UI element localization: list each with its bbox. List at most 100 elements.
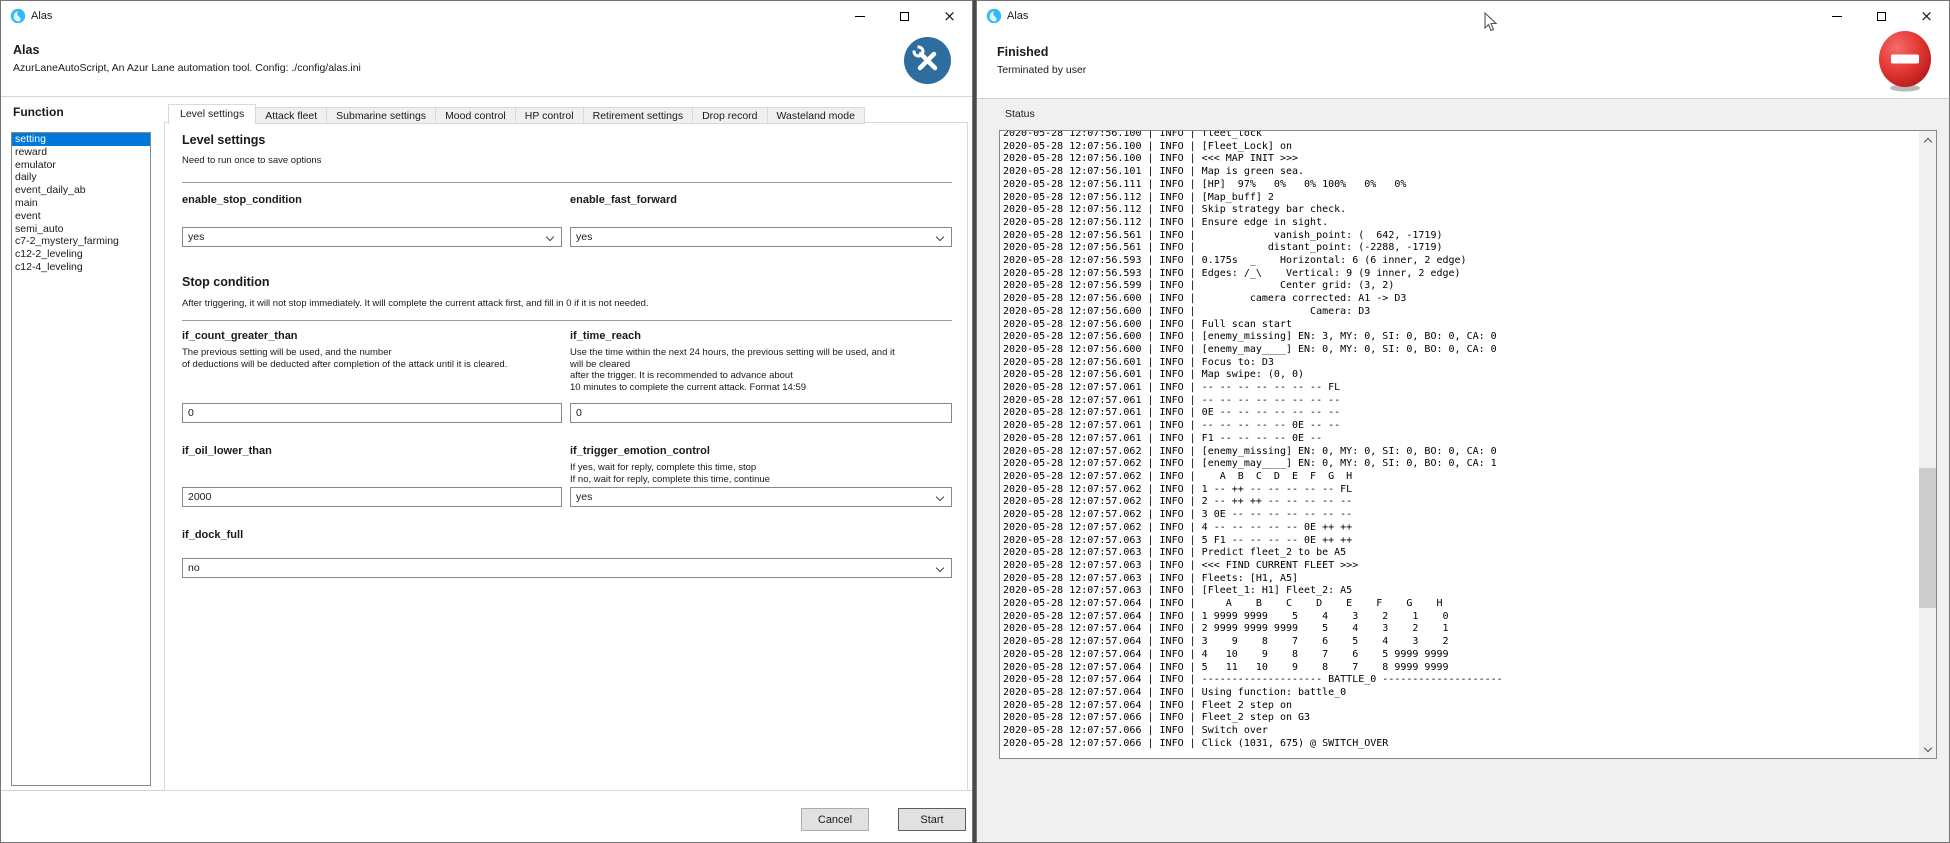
log-line: 2020-05-28 12:07:57.063 | INFO | Predict… bbox=[1003, 547, 1919, 560]
close-button[interactable]: × bbox=[927, 1, 972, 31]
select-enable-stop-condition[interactable]: yes bbox=[182, 227, 562, 247]
function-item[interactable]: event bbox=[12, 210, 150, 223]
scrollbar-up-button[interactable] bbox=[1919, 131, 1936, 148]
function-item[interactable]: event_daily_ab bbox=[12, 184, 150, 197]
log-line: 2020-05-28 12:07:56.601 | INFO | Map swi… bbox=[1003, 369, 1919, 382]
chevron-down-icon bbox=[936, 233, 944, 241]
input-if-time-reach[interactable] bbox=[570, 403, 952, 423]
section-desc-level-settings: Need to run once to save options bbox=[182, 155, 321, 167]
log-line: 2020-05-28 12:07:56.599 | INFO | Center … bbox=[1003, 280, 1919, 293]
alas-config-window: Alas × Alas AzurLaneAutoScript, An Azur … bbox=[0, 0, 973, 843]
log-line: 2020-05-28 12:07:56.601 | INFO | Focus t… bbox=[1003, 357, 1919, 370]
titlebar[interactable]: Alas × bbox=[1, 1, 972, 31]
chevron-down-icon bbox=[936, 493, 944, 501]
input-if-oil-lower-than[interactable] bbox=[182, 487, 562, 507]
tab-bar: Level settingsAttack fleetSubmarine sett… bbox=[164, 104, 865, 124]
log-line: 2020-05-28 12:07:57.064 | INFO | Fleet 2… bbox=[1003, 700, 1919, 713]
log-line: 2020-05-28 12:07:57.064 | INFO | Using f… bbox=[1003, 687, 1919, 700]
alas-status-window: Alas × Finished Terminated by user Statu… bbox=[976, 0, 1950, 843]
log-line: 2020-05-28 12:07:56.600 | INFO | camera … bbox=[1003, 293, 1919, 306]
log-box: 2020-05-28 12:07:56.100 | INFO | fleet_l… bbox=[999, 130, 1937, 759]
alas-logo-icon bbox=[986, 8, 1002, 24]
wrench-screwdriver-icon bbox=[904, 37, 951, 84]
log-line: 2020-05-28 12:07:57.062 | INFO | 1 -- ++… bbox=[1003, 484, 1919, 497]
function-list[interactable]: settingrewardemulatordailyevent_daily_ab… bbox=[11, 132, 151, 786]
log-line: 2020-05-28 12:07:56.112 | INFO | Skip st… bbox=[1003, 204, 1919, 217]
desc-if-time-reach: Use the time within the next 24 hours, t… bbox=[570, 347, 962, 393]
function-item[interactable]: emulator bbox=[12, 159, 150, 172]
log-line: 2020-05-28 12:07:56.600 | INFO | [enemy_… bbox=[1003, 344, 1919, 357]
log-line: 2020-05-28 12:07:56.561 | INFO | vanish_… bbox=[1003, 230, 1919, 243]
function-item[interactable]: setting bbox=[12, 133, 150, 146]
separator bbox=[182, 182, 952, 183]
function-item[interactable]: main bbox=[12, 197, 150, 210]
tab[interactable]: Retirement settings bbox=[584, 107, 693, 124]
settings-pane: Level settings Need to run once to save … bbox=[164, 122, 968, 791]
maximize-button[interactable] bbox=[882, 1, 927, 31]
log-line: 2020-05-28 12:07:57.062 | INFO | [enemy_… bbox=[1003, 458, 1919, 471]
function-item[interactable]: daily bbox=[12, 171, 150, 184]
label-enable-fast-forward: enable_fast_forward bbox=[570, 194, 677, 206]
section-title-stop-condition: Stop condition bbox=[182, 275, 269, 289]
log-line: 2020-05-28 12:07:57.062 | INFO | 3 0E --… bbox=[1003, 509, 1919, 522]
window-title: Alas bbox=[31, 10, 52, 22]
minimize-icon bbox=[1832, 16, 1842, 17]
select-if-trigger-emotion-control[interactable]: yes bbox=[570, 487, 952, 507]
function-item[interactable]: c7-2_mystery_farming bbox=[12, 235, 150, 248]
maximize-button[interactable] bbox=[1859, 1, 1904, 31]
log-line: 2020-05-28 12:07:57.063 | INFO | <<< FIN… bbox=[1003, 560, 1919, 573]
titlebar[interactable]: Alas × bbox=[977, 1, 1949, 31]
input-if-count-greater-than[interactable] bbox=[182, 403, 562, 423]
log-line: 2020-05-28 12:07:57.064 | INFO | 5 11 10… bbox=[1003, 662, 1919, 675]
desc-if-trigger-emotion-control: If yes, wait for reply, complete this ti… bbox=[570, 462, 962, 485]
log-line: 2020-05-28 12:07:57.064 | INFO | A B C D… bbox=[1003, 598, 1919, 611]
select-if-dock-full[interactable]: no bbox=[182, 558, 952, 578]
label-if-trigger-emotion-control: if_trigger_emotion_control bbox=[570, 445, 710, 457]
log-line: 2020-05-28 12:07:57.064 | INFO | -------… bbox=[1003, 674, 1919, 687]
close-icon: × bbox=[1920, 9, 1933, 24]
tab[interactable]: Drop record bbox=[693, 107, 767, 124]
log-line: 2020-05-28 12:07:57.062 | INFO | [enemy_… bbox=[1003, 446, 1919, 459]
tab[interactable]: Attack fleet bbox=[256, 107, 327, 124]
window-controls: × bbox=[1814, 1, 1949, 31]
scrollbar-thumb[interactable] bbox=[1919, 468, 1936, 608]
function-item[interactable]: semi_auto bbox=[12, 223, 150, 236]
app-subtitle: AzurLaneAutoScript, An Azur Lane automat… bbox=[13, 62, 361, 74]
maximize-icon bbox=[900, 12, 909, 21]
log-line: 2020-05-28 12:07:57.066 | INFO | Fleet_2… bbox=[1003, 712, 1919, 725]
chevron-down-icon bbox=[546, 233, 554, 241]
select-enable-fast-forward[interactable]: yes bbox=[570, 227, 952, 247]
close-button[interactable]: × bbox=[1904, 1, 1949, 31]
desc-if-count-greater-than: The previous setting will be used, and t… bbox=[182, 347, 582, 370]
log-scrollbar[interactable] bbox=[1919, 131, 1936, 758]
tab[interactable]: HP control bbox=[516, 107, 584, 124]
log-line: 2020-05-28 12:07:57.066 | INFO | Click (… bbox=[1003, 738, 1919, 751]
label-if-count-greater-than: if_count_greater_than bbox=[182, 330, 298, 342]
tab[interactable]: Wasteland mode bbox=[768, 107, 865, 124]
cancel-button[interactable]: Cancel bbox=[801, 808, 869, 831]
tab[interactable]: Submarine settings bbox=[327, 107, 436, 124]
start-button[interactable]: Start bbox=[898, 808, 966, 831]
separator bbox=[182, 320, 952, 321]
log-line: 2020-05-28 12:07:57.061 | INFO | -- -- -… bbox=[1003, 395, 1919, 408]
log-line: 2020-05-28 12:07:57.064 | INFO | 2 9999 … bbox=[1003, 623, 1919, 636]
log-line: 2020-05-28 12:07:56.593 | INFO | 0.175s … bbox=[1003, 255, 1919, 268]
function-item[interactable]: c12-4_leveling bbox=[12, 261, 150, 274]
log-line: 2020-05-28 12:07:57.062 | INFO | 2 -- ++… bbox=[1003, 496, 1919, 509]
mouse-cursor bbox=[1484, 12, 1498, 37]
minimize-button[interactable] bbox=[1814, 1, 1859, 31]
scrollbar-down-button[interactable] bbox=[1919, 741, 1936, 758]
tab[interactable]: Mood control bbox=[436, 107, 516, 124]
log-line: 2020-05-28 12:07:57.061 | INFO | 0E -- -… bbox=[1003, 407, 1919, 420]
section-desc-stop-condition: After triggering, it will not stop immed… bbox=[182, 298, 649, 310]
minimize-button[interactable] bbox=[837, 1, 882, 31]
log-line: 2020-05-28 12:07:56.100 | INFO | fleet_l… bbox=[1003, 130, 1919, 141]
log-line: 2020-05-28 12:07:57.063 | INFO | [Fleet_… bbox=[1003, 585, 1919, 598]
tab[interactable]: Level settings bbox=[168, 104, 256, 124]
maximize-icon bbox=[1877, 12, 1886, 21]
section-title-level-settings: Level settings bbox=[182, 133, 265, 147]
window-controls: × bbox=[837, 1, 972, 31]
status-panel: Status 2020-05-28 12:07:56.100 | INFO | … bbox=[977, 98, 1949, 842]
function-item[interactable]: c12-2_leveling bbox=[12, 248, 150, 261]
function-item[interactable]: reward bbox=[12, 146, 150, 159]
